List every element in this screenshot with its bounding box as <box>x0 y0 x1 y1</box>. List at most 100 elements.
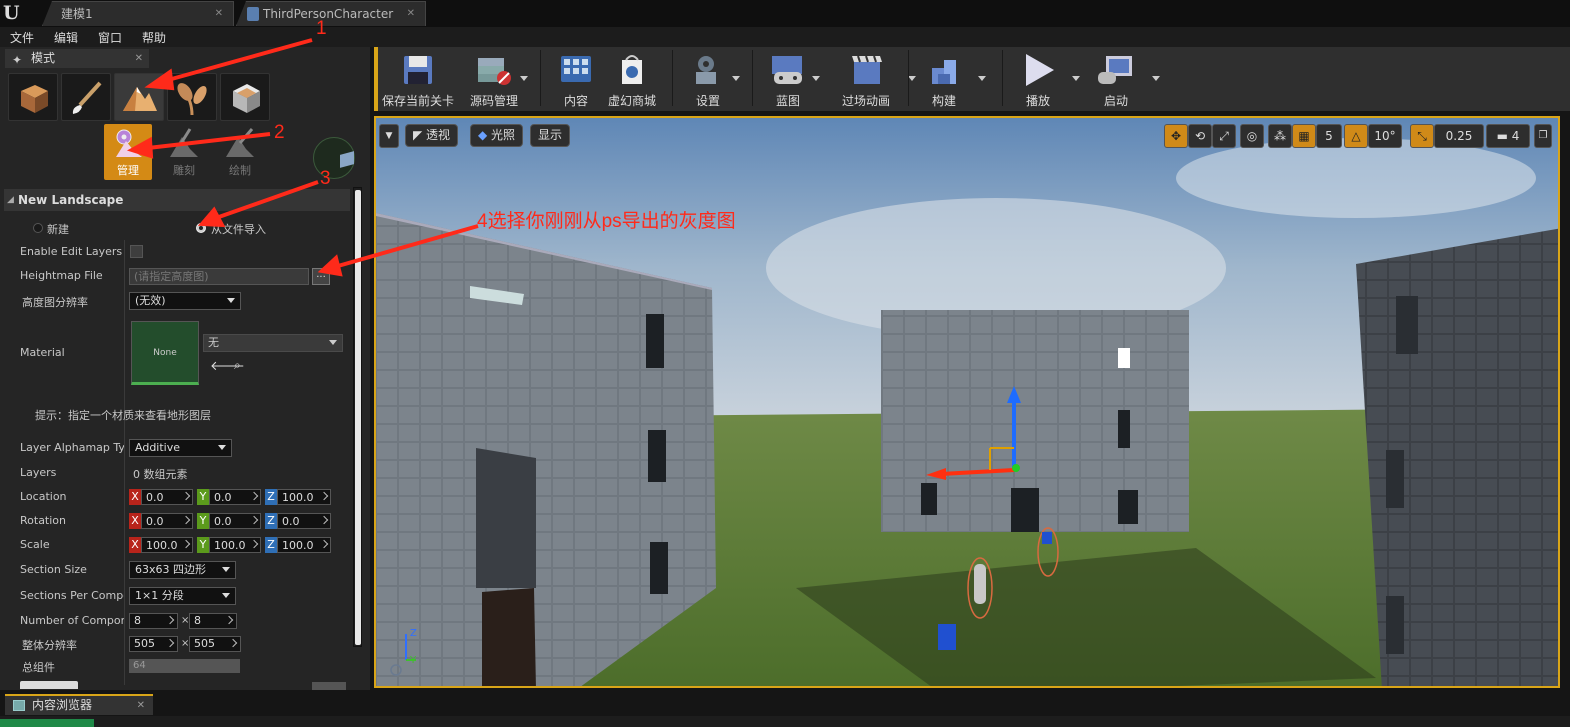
place-icon <box>21 85 48 113</box>
paint-mode-button[interactable] <box>61 73 111 121</box>
rotate-icon[interactable]: ⟲ <box>1188 124 1212 148</box>
viewport-options-button[interactable]: ▼ <box>379 124 399 148</box>
components-y-field[interactable]: 8 <box>189 613 237 629</box>
panel-scrollbar[interactable] <box>353 187 362 647</box>
rotation-z-field[interactable]: Z 0.0 <box>265 513 331 529</box>
save-level-button[interactable]: 保存当前关卡 <box>378 50 458 110</box>
scrollbar-thumb[interactable] <box>355 190 361 645</box>
lit-cube-icon: ◆ <box>478 128 492 142</box>
chevron-down-icon <box>222 567 230 572</box>
blueprints-button[interactable]: 蓝图 <box>762 50 820 110</box>
menu-edit[interactable]: 编辑 <box>54 29 78 46</box>
launch-button[interactable]: 启动 <box>1090 50 1160 110</box>
browse-search-icon[interactable]: ⌕ <box>234 358 241 373</box>
close-icon[interactable]: ✕ <box>407 2 415 26</box>
lit-button[interactable]: ◆ 光照 <box>470 124 524 147</box>
launch-icon <box>1098 56 1132 84</box>
radio-new[interactable] <box>33 223 43 233</box>
show-button[interactable]: 显示 <box>530 124 571 147</box>
location-x-field[interactable]: X 0.0 <box>129 489 193 505</box>
scale-snap-value[interactable]: 0.25 <box>1434 124 1484 148</box>
grid-snap-value[interactable]: 5 <box>1316 124 1342 148</box>
material-thumbnail[interactable]: None <box>131 321 199 385</box>
foliage-mode-button[interactable] <box>167 73 217 121</box>
total-components-label: 总组件 <box>22 661 55 674</box>
tool-sculpt-button[interactable]: 雕刻 <box>160 124 208 180</box>
material-hint: 提示：指定一个材质来查看地形图层 <box>35 409 211 422</box>
scale-snap-icon[interactable]: ⤡ <box>1410 124 1434 148</box>
tool-manage-button[interactable]: 管理 <box>104 124 152 180</box>
translate-icon[interactable]: ✥ <box>1164 124 1188 148</box>
settings-button[interactable]: 设置 <box>680 50 740 110</box>
close-icon[interactable]: ✕ <box>137 696 145 715</box>
menu-help[interactable]: 帮助 <box>142 29 166 46</box>
perspective-button[interactable]: ◤ 透视 <box>405 124 459 147</box>
new-landscape-section-header[interactable]: ◢ New Landscape <box>4 189 350 211</box>
geometry-mode-button[interactable] <box>220 73 270 121</box>
chevron-down-icon[interactable] <box>520 76 528 81</box>
scale-y-field[interactable]: Y 100.0 <box>197 537 261 553</box>
toolbar-separator <box>908 50 909 106</box>
source-control-button[interactable]: 源码管理 <box>458 50 530 110</box>
radio-import-from-file[interactable] <box>196 223 206 233</box>
heightmap-resolution-select[interactable]: (无效) <box>129 292 241 310</box>
tab-blueprint[interactable]: ThirdPersonCharacter ✕ <box>236 1 426 26</box>
tab-label: ThirdPersonCharacter <box>263 7 394 21</box>
place-mode-button[interactable] <box>8 73 58 121</box>
chevron-down-icon[interactable] <box>812 76 820 81</box>
location-y-field[interactable]: Y 0.0 <box>197 489 261 505</box>
rotation-snap-value[interactable]: 10° <box>1368 124 1402 148</box>
build-button[interactable]: 构建 <box>918 50 986 110</box>
material-select[interactable]: 无 <box>203 334 343 352</box>
rotation-x-field[interactable]: X 0.0 <box>129 513 193 529</box>
tab-level[interactable]: 建模1 ✕ <box>42 1 234 26</box>
marketplace-button[interactable]: 虚幻商城 <box>602 50 662 110</box>
sections-per-component-select[interactable]: 1×1 分段 <box>129 587 236 605</box>
close-icon[interactable]: ✕ <box>215 2 223 26</box>
resolution-x-field[interactable]: 505 <box>129 636 178 652</box>
content-button[interactable]: 内容 <box>550 50 602 110</box>
tool-manage-label: 管理 <box>117 164 139 177</box>
fill-world-button[interactable] <box>312 682 346 690</box>
landscape-mode-button[interactable] <box>114 73 164 121</box>
content-browser-tab[interactable]: 内容浏览器 ✕ <box>5 694 153 715</box>
scale-z-field[interactable]: Z 100.0 <box>265 537 331 553</box>
close-icon[interactable]: ✕ <box>135 49 143 68</box>
rotation-y-field[interactable]: Y 0.0 <box>197 513 261 529</box>
surface-snap-icon[interactable]: ⁂ <box>1268 124 1292 148</box>
content-browser-button[interactable] <box>0 719 94 727</box>
tool-paint-button[interactable]: 绘制 <box>216 124 264 180</box>
rotation-snap-icon[interactable]: △ <box>1344 124 1368 148</box>
resolution-y-field[interactable]: 505 <box>189 636 241 652</box>
modes-tab[interactable]: ✦ 模式 ✕ <box>5 49 149 68</box>
cinematics-button[interactable]: 过场动画 <box>826 50 916 110</box>
heightmap-file-input[interactable]: (请指定高度图) <box>129 268 309 285</box>
scale-x-field[interactable]: X 100.0 <box>129 537 193 553</box>
scale-icon[interactable]: ⤢ <box>1212 124 1236 148</box>
import-button[interactable] <box>20 681 78 689</box>
world-local-icon[interactable]: ◎ <box>1240 124 1264 148</box>
toolbar-separator <box>540 50 541 106</box>
components-x-field[interactable]: 8 <box>129 613 178 629</box>
play-button[interactable]: 播放 <box>1012 50 1080 110</box>
chevron-down-icon[interactable] <box>978 76 986 81</box>
tool-paint-label: 绘制 <box>229 164 251 177</box>
menu-window[interactable]: 窗口 <box>98 29 122 46</box>
menu-file[interactable]: 文件 <box>10 29 34 46</box>
enable-edit-layers-checkbox[interactable] <box>130 245 143 258</box>
grid-snap-icon[interactable]: ▦ <box>1292 124 1316 148</box>
maximize-viewport-icon[interactable]: ❐ <box>1534 124 1552 148</box>
location-z-field[interactable]: Z 100.0 <box>265 489 331 505</box>
layer-alphamap-select[interactable]: Additive <box>129 439 232 457</box>
chevron-down-icon[interactable] <box>732 76 740 81</box>
enable-edit-layers-label: Enable Edit Layers <box>20 245 123 258</box>
level-viewport[interactable]: Z Y ▼ ◤ 透视 ◆ 光照 显示 ✥ ⟲ ⤢ ◎ ⁂ ▦ 5 △ 10° ⤡… <box>374 116 1560 688</box>
chevron-down-icon[interactable] <box>1072 76 1080 81</box>
chevron-down-icon[interactable] <box>1152 76 1160 81</box>
camera-icon: ▬ <box>1496 129 1512 143</box>
settings-icon <box>696 56 716 84</box>
section-size-select[interactable]: 63x63 四边形 <box>129 561 236 579</box>
chevron-down-icon[interactable] <box>908 76 916 81</box>
camera-speed-button[interactable]: ▬ 4 <box>1486 124 1530 148</box>
heightmap-browse-button[interactable]: ... <box>312 268 330 285</box>
